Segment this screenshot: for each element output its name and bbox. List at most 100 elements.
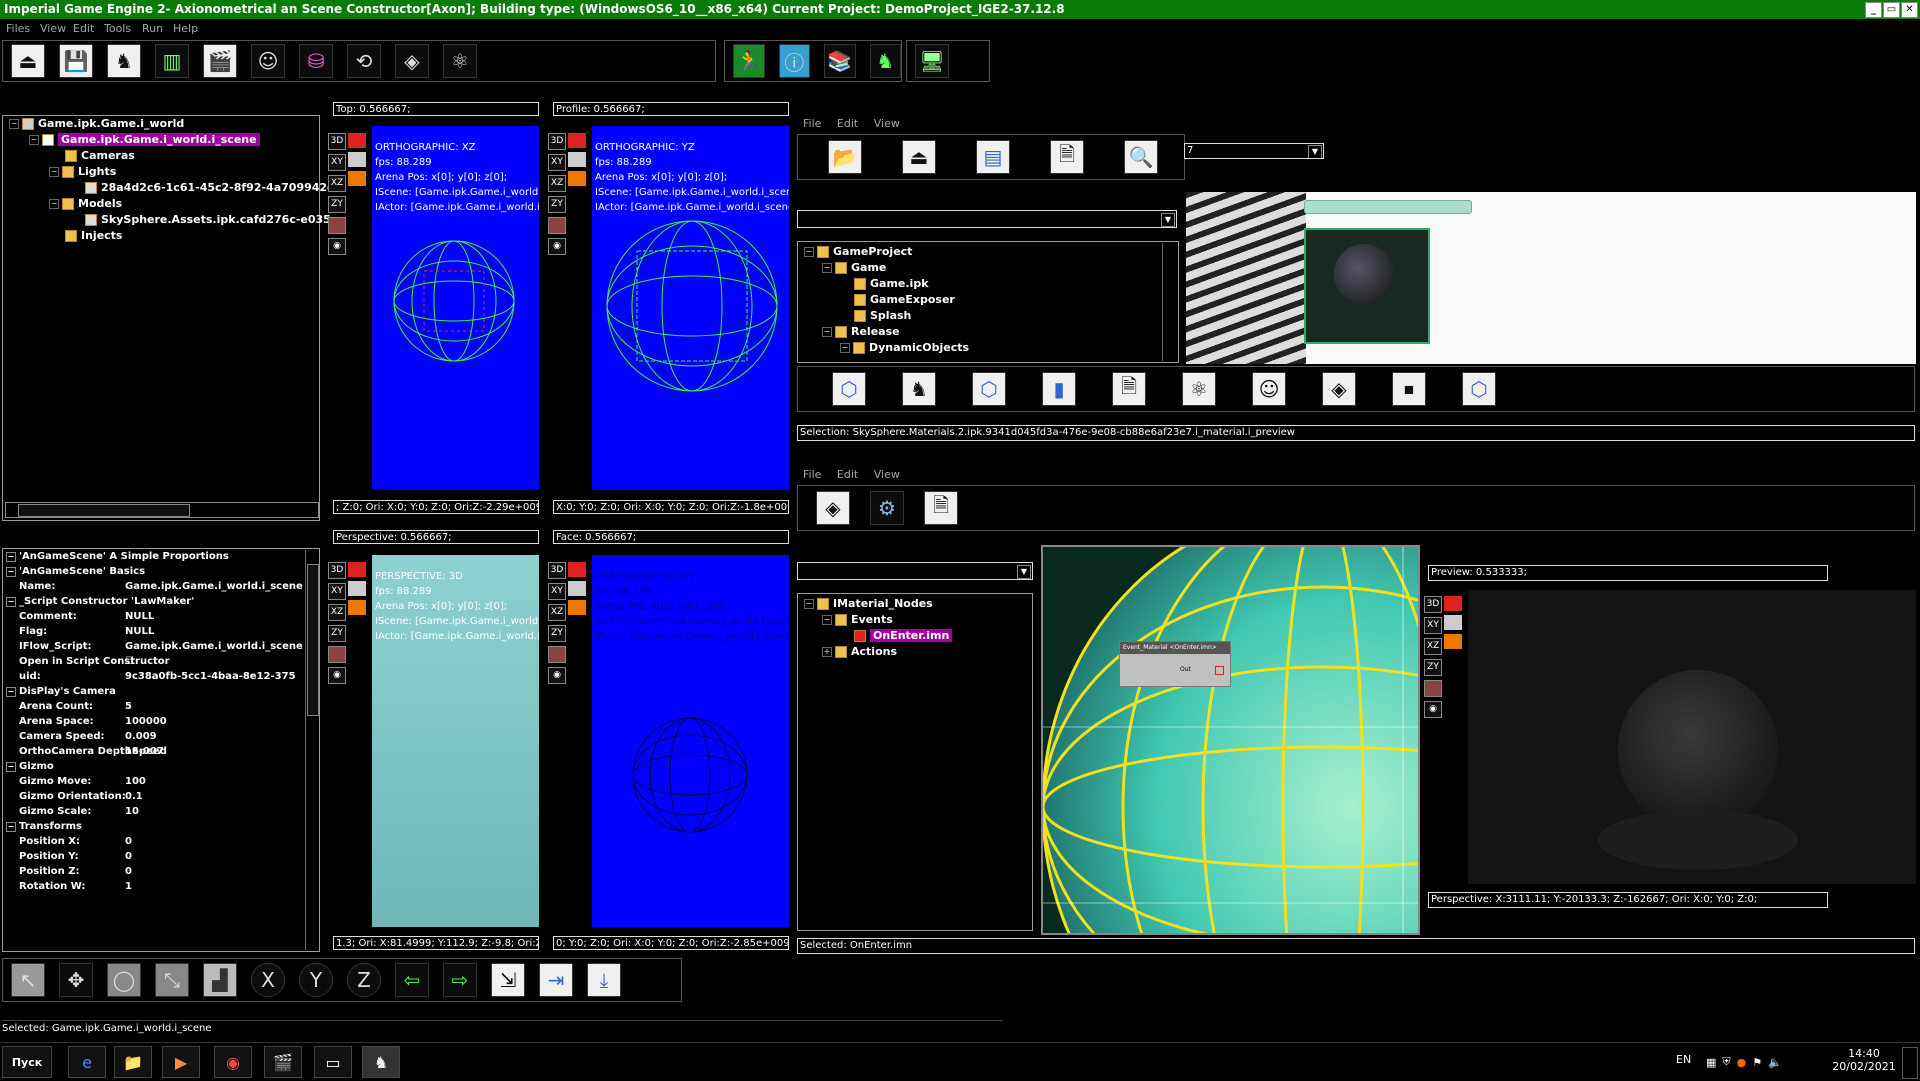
- tree-item[interactable]: Injects: [3, 228, 319, 244]
- property-row[interactable]: IFlow_Script: Game.ipk.Game.i_world.i_sce…: [3, 639, 319, 654]
- property-value[interactable]: Game.ipk.Game.i_world.i_scene: [125, 639, 303, 654]
- tree-item[interactable]: − Release: [798, 324, 1178, 340]
- tree-item[interactable]: − Lights: [3, 164, 319, 180]
- monitor-icon[interactable]: 🖥: [915, 44, 949, 78]
- property-section[interactable]: − DisPlay's Camera: [3, 684, 319, 699]
- property-value[interactable]: NULL: [125, 624, 154, 639]
- start-button[interactable]: Пуск: [2, 1046, 52, 1078]
- axis-y-button[interactable]: Y: [299, 963, 333, 997]
- eye-icon[interactable]: ◉: [548, 238, 566, 255]
- split-icon[interactable]: ▤: [976, 140, 1010, 174]
- grid-icon[interactable]: [1444, 634, 1462, 649]
- asset-combo[interactable]: 7 ▼: [1184, 143, 1324, 159]
- property-row[interactable]: Gizmo Scale: 10: [3, 804, 319, 819]
- property-section[interactable]: − _Script Constructor 'LawMaker': [3, 594, 319, 609]
- tree-item[interactable]: − Models: [3, 196, 319, 212]
- arrow-left-icon[interactable]: ⇦: [395, 963, 429, 997]
- view-3d-button[interactable]: 3D: [548, 562, 566, 579]
- snap-icon[interactable]: ▟: [203, 963, 237, 997]
- property-section[interactable]: − 'AnGameScene' A Simple Proportions: [3, 549, 319, 564]
- stop-icon[interactable]: ⏹: [1392, 372, 1426, 406]
- layer-icon[interactable]: [548, 646, 566, 663]
- view-xy-button[interactable]: XY: [548, 583, 566, 600]
- view-zy-button[interactable]: ZY: [548, 625, 566, 642]
- view-xz-button[interactable]: XZ: [548, 604, 566, 621]
- new-folder-icon[interactable]: 📂: [828, 140, 862, 174]
- asset-menu-edit[interactable]: Edit: [837, 117, 858, 130]
- ie-icon[interactable]: e: [68, 1046, 106, 1078]
- preview-zoom-field[interactable]: Preview: 0.533333;: [1428, 565, 1828, 581]
- move-axes-icon[interactable]: ✥: [59, 963, 93, 997]
- atom-icon[interactable]: ⚛: [1182, 372, 1216, 406]
- tree-item[interactable]: − Events: [798, 612, 1032, 628]
- books-icon[interactable]: 📚: [824, 44, 856, 78]
- axis-z-button[interactable]: Z: [347, 963, 381, 997]
- select-icon[interactable]: ↖: [11, 963, 45, 997]
- layer-icon[interactable]: [328, 646, 346, 663]
- collapse-icon[interactable]: −: [6, 552, 16, 562]
- property-value[interactable]: 1e-007: [125, 744, 164, 759]
- property-row[interactable]: Name: Game.ipk.Game.i_world.i_scene: [3, 579, 319, 594]
- layer-icon[interactable]: [1424, 680, 1442, 697]
- clapper-icon[interactable]: 🎬: [203, 44, 237, 78]
- property-value[interactable]: 1: [125, 879, 132, 894]
- export-icon[interactable]: ⇲: [491, 963, 525, 997]
- view-zy-button[interactable]: ZY: [328, 196, 346, 213]
- layer-icon[interactable]: [548, 217, 566, 234]
- collapse-icon[interactable]: −: [6, 687, 16, 697]
- view-xy-button[interactable]: XY: [328, 154, 346, 171]
- tree-item-selected[interactable]: − Game.ipk.Game.i_world.i_scene: [3, 132, 319, 148]
- property-row[interactable]: Position X: 0: [3, 834, 319, 849]
- tree-item[interactable]: − IMaterial_Nodes: [798, 596, 1032, 612]
- show-desktop-button[interactable]: [1902, 1047, 1918, 1079]
- property-row[interactable]: Open in Script Constructor ☐: [3, 654, 319, 669]
- menu-edit[interactable]: Edit: [73, 22, 94, 35]
- search-icon[interactable]: 🔍: [1124, 140, 1158, 174]
- collapse-icon[interactable]: −: [6, 567, 16, 577]
- red-cross-icon[interactable]: [568, 133, 586, 148]
- property-section[interactable]: − Transforms: [3, 819, 319, 834]
- event-node[interactable]: Event_Material <OnEnter.imn> Out: [1119, 641, 1231, 687]
- notes-icon[interactable]: 🗎: [1050, 140, 1084, 174]
- masks-icon[interactable]: ☺: [251, 44, 285, 78]
- align-icon[interactable]: ⇥: [539, 963, 573, 997]
- refresh-icon[interactable]: ⟲: [347, 44, 381, 78]
- cube-icon[interactable]: ⬡: [832, 372, 866, 406]
- rotate-icon[interactable]: ◯: [107, 963, 141, 997]
- chart-bars-icon[interactable]: ▮: [1042, 372, 1076, 406]
- menu-run[interactable]: Run: [142, 22, 163, 35]
- node-out-pin[interactable]: [1215, 666, 1224, 675]
- property-value[interactable]: 0: [125, 834, 132, 849]
- red-cross-icon[interactable]: [568, 562, 586, 577]
- property-row[interactable]: Arena Count: 5: [3, 699, 319, 714]
- cube-icon[interactable]: ⬡: [972, 372, 1006, 406]
- viewport-perspective[interactable]: PERSPECTIVE: 3D fps: 88.289 Arena Pos: x…: [372, 555, 539, 927]
- tree-item[interactable]: − GameProject: [798, 244, 1178, 260]
- material-combo[interactable]: ▼: [797, 562, 1033, 580]
- tree-item[interactable]: SkySphere.Assets.ipk.cafd276c-e035-: [3, 212, 335, 228]
- red-cross-icon[interactable]: [348, 562, 366, 577]
- view-3d-button[interactable]: 3D: [328, 562, 346, 579]
- view-xy-button[interactable]: XY: [1424, 617, 1442, 634]
- collapse-icon[interactable]: −: [6, 822, 16, 832]
- property-value[interactable]: 0.1: [125, 789, 143, 804]
- asset-menu-file[interactable]: File: [803, 117, 821, 130]
- property-value[interactable]: 5: [125, 699, 132, 714]
- profile-zoom-field[interactable]: Profile: 0.566667;: [553, 102, 789, 116]
- view-xz-button[interactable]: XZ: [1424, 638, 1442, 655]
- open-icon[interactable]: ⏏: [902, 140, 936, 174]
- property-row[interactable]: Arena Space: 100000: [3, 714, 319, 729]
- property-row[interactable]: Camera Speed: 0.009: [3, 729, 319, 744]
- polyhedron-icon[interactable]: ◈: [1322, 372, 1356, 406]
- perspective-zoom-field[interactable]: Perspective: 0.566667;: [333, 530, 539, 544]
- property-value[interactable]: 0.009: [125, 729, 157, 744]
- properties-scrollbar[interactable]: [305, 550, 319, 950]
- atom-icon[interactable]: ⚛: [443, 44, 477, 78]
- tree-item-selected[interactable]: OnEnter.imn: [798, 628, 1032, 644]
- view-3d-button[interactable]: 3D: [328, 133, 346, 150]
- network-icon[interactable]: ▦: [1706, 1056, 1716, 1069]
- view-zy-button[interactable]: ZY: [1424, 659, 1442, 676]
- scale-icon[interactable]: ⤡: [155, 963, 189, 997]
- flat-icon[interactable]: [1444, 615, 1462, 630]
- eagle-icon[interactable]: ♞: [107, 44, 141, 78]
